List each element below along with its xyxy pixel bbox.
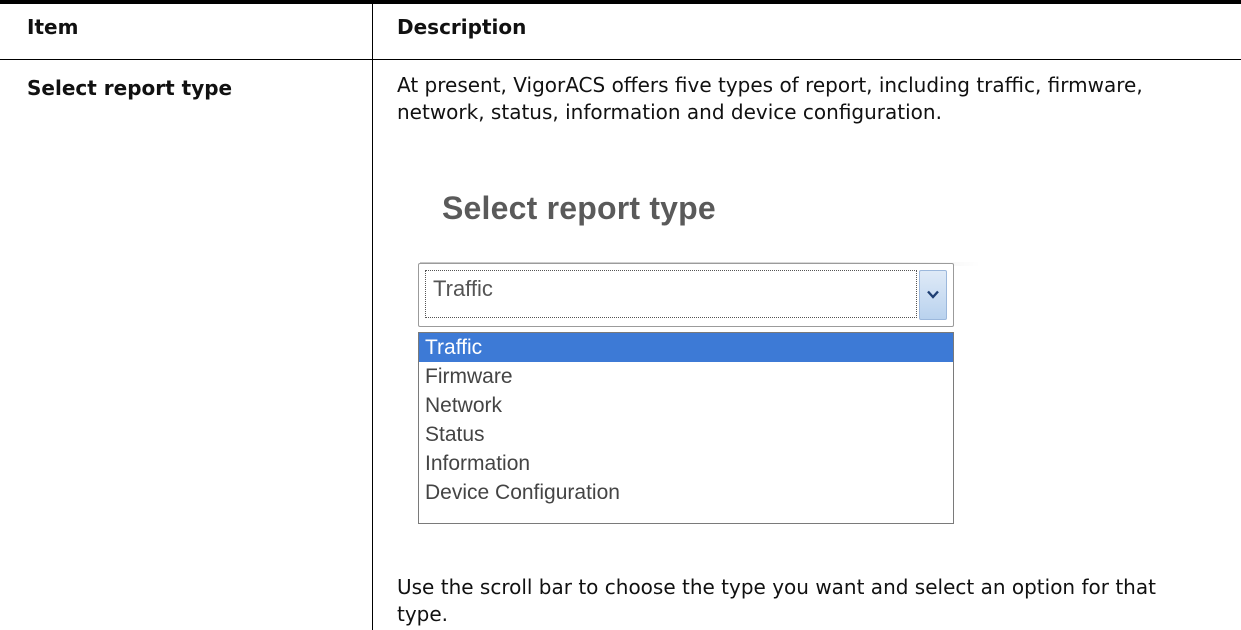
report-type-screenshot: Select report type Traffic Traffic Firmw… bbox=[412, 168, 980, 540]
option-device-configuration[interactable]: Device Configuration bbox=[419, 478, 953, 507]
row-usage-note: Use the scroll bar to choose the type yo… bbox=[397, 575, 1156, 626]
row-description: At present, VigorACS offers five types o… bbox=[397, 73, 1143, 124]
report-type-select[interactable]: Traffic bbox=[418, 263, 954, 327]
option-status[interactable]: Status bbox=[419, 420, 953, 449]
table-column-divider bbox=[372, 4, 373, 630]
figure-title: Select report type bbox=[442, 190, 716, 226]
table-top-rule bbox=[0, 0, 1241, 4]
header-description: Description bbox=[397, 15, 527, 39]
row-item-label: Select report type bbox=[27, 76, 233, 100]
option-firmware[interactable]: Firmware bbox=[419, 362, 953, 391]
option-traffic[interactable]: Traffic bbox=[419, 333, 953, 362]
dropdown-list: Traffic Firmware Network Status Informat… bbox=[418, 332, 954, 524]
option-information[interactable]: Information bbox=[419, 449, 953, 478]
chevron-down-icon bbox=[927, 290, 939, 299]
header-item: Item bbox=[27, 15, 79, 39]
option-network[interactable]: Network bbox=[419, 391, 953, 420]
select-current-value: Traffic bbox=[433, 276, 493, 301]
dropdown-arrow-button[interactable] bbox=[919, 270, 947, 320]
select-focus-ring bbox=[425, 270, 917, 318]
table-header-rule bbox=[0, 59, 1241, 60]
description-table: Item Description Select report type At p… bbox=[0, 0, 1241, 630]
